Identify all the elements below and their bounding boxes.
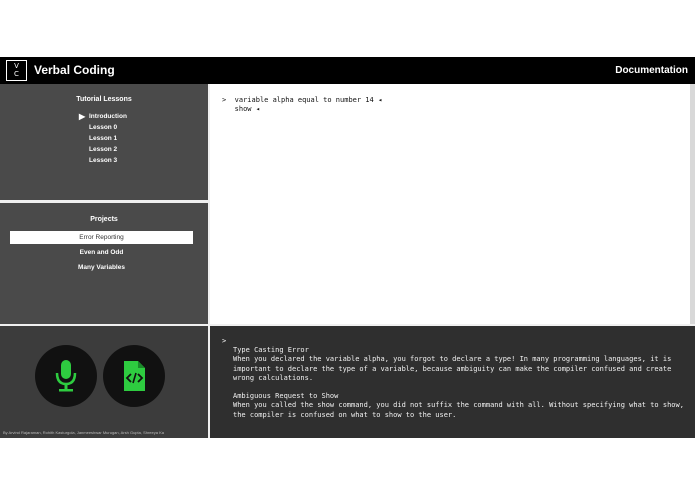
project-item-many-variables[interactable]: Many Variables: [10, 261, 193, 274]
lesson-label: Lesson 0: [89, 124, 118, 131]
logo-letter-top: V: [14, 62, 19, 70]
error-line: wrong calculations.: [233, 373, 314, 382]
editor-code: show ◂: [234, 105, 260, 113]
lesson-item-2[interactable]: Lesson 2: [89, 144, 127, 155]
editor-line-1: > variable alpha equal to number 14 ◂: [222, 96, 382, 104]
code-editor[interactable]: > variable alpha equal to number 14 ◂ sh…: [210, 84, 690, 326]
lesson-label: Introduction: [89, 113, 127, 120]
project-item-error-reporting[interactable]: Error Reporting: [10, 231, 193, 244]
error-title: Type Casting Error: [233, 346, 309, 354]
projects-title: Projects: [90, 216, 118, 223]
panel-divider-top: [0, 200, 208, 203]
microphone-button[interactable]: [35, 345, 97, 407]
panel-divider-bottom: [0, 324, 695, 326]
error-title: Ambiguous Request to Show: [233, 392, 339, 400]
error-block-ambiguous-show: Ambiguous Request to Show When you called…: [233, 392, 684, 420]
editor-line-2: show ◂: [222, 105, 260, 113]
error-line: the compiler is confused on what to show…: [233, 410, 457, 419]
app-logo[interactable]: V C: [6, 60, 27, 81]
lesson-label: Lesson 3: [89, 157, 118, 164]
app-title: Verbal Coding: [34, 63, 115, 77]
logo-letter-bottom: C: [14, 70, 19, 78]
verbal-coding-app: V C Verbal Coding Documentation Tutorial…: [0, 57, 695, 438]
top-bar: V C Verbal Coding Documentation: [0, 57, 695, 84]
lessons-title: Tutorial Lessons: [76, 96, 132, 103]
play-arrow-icon: ▶: [79, 112, 86, 121]
lesson-list: ▶ Introduction Lesson 0 Lesson 1 Lesson …: [79, 111, 127, 166]
editor-prompt: >: [222, 96, 227, 104]
console-prompt: >: [222, 337, 227, 345]
editor-code: variable alpha equal to number 14 ◂: [234, 96, 383, 104]
project-item-even-and-odd[interactable]: Even and Odd: [10, 246, 193, 259]
error-output-console: > Type Casting Error When you declared th…: [210, 326, 695, 438]
error-line: When you declared the variable alpha, yo…: [233, 355, 672, 364]
projects-panel: Projects Error Reporting Even and Odd Ma…: [0, 203, 208, 324]
voice-controls-panel: By Arvind Rajaraman, Rohith Kasturgola, …: [0, 326, 208, 438]
lesson-label: Lesson 1: [89, 135, 118, 142]
code-file-icon: [124, 361, 145, 391]
lesson-label: Lesson 2: [89, 146, 118, 153]
vertical-divider: [208, 84, 210, 438]
editor-scrollbar[interactable]: [690, 84, 695, 326]
microphone-icon: [55, 360, 77, 392]
lesson-item-1[interactable]: Lesson 1: [89, 133, 127, 144]
error-line: important to declare the type of a varia…: [233, 364, 672, 373]
credits-text: By Arvind Rajaraman, Rohith Kasturgola, …: [3, 430, 164, 435]
lesson-item-introduction[interactable]: ▶ Introduction: [79, 111, 127, 122]
lesson-item-0[interactable]: Lesson 0: [89, 122, 127, 133]
documentation-link[interactable]: Documentation: [615, 65, 688, 76]
error-line: When you called the show command, you di…: [233, 401, 684, 410]
tutorial-lessons-panel: Tutorial Lessons ▶ Introduction Lesson 0…: [0, 84, 208, 200]
lesson-item-3[interactable]: Lesson 3: [89, 155, 127, 166]
code-file-button[interactable]: [103, 345, 165, 407]
error-block-type-casting: Type Casting Error When you declared the …: [233, 346, 671, 383]
